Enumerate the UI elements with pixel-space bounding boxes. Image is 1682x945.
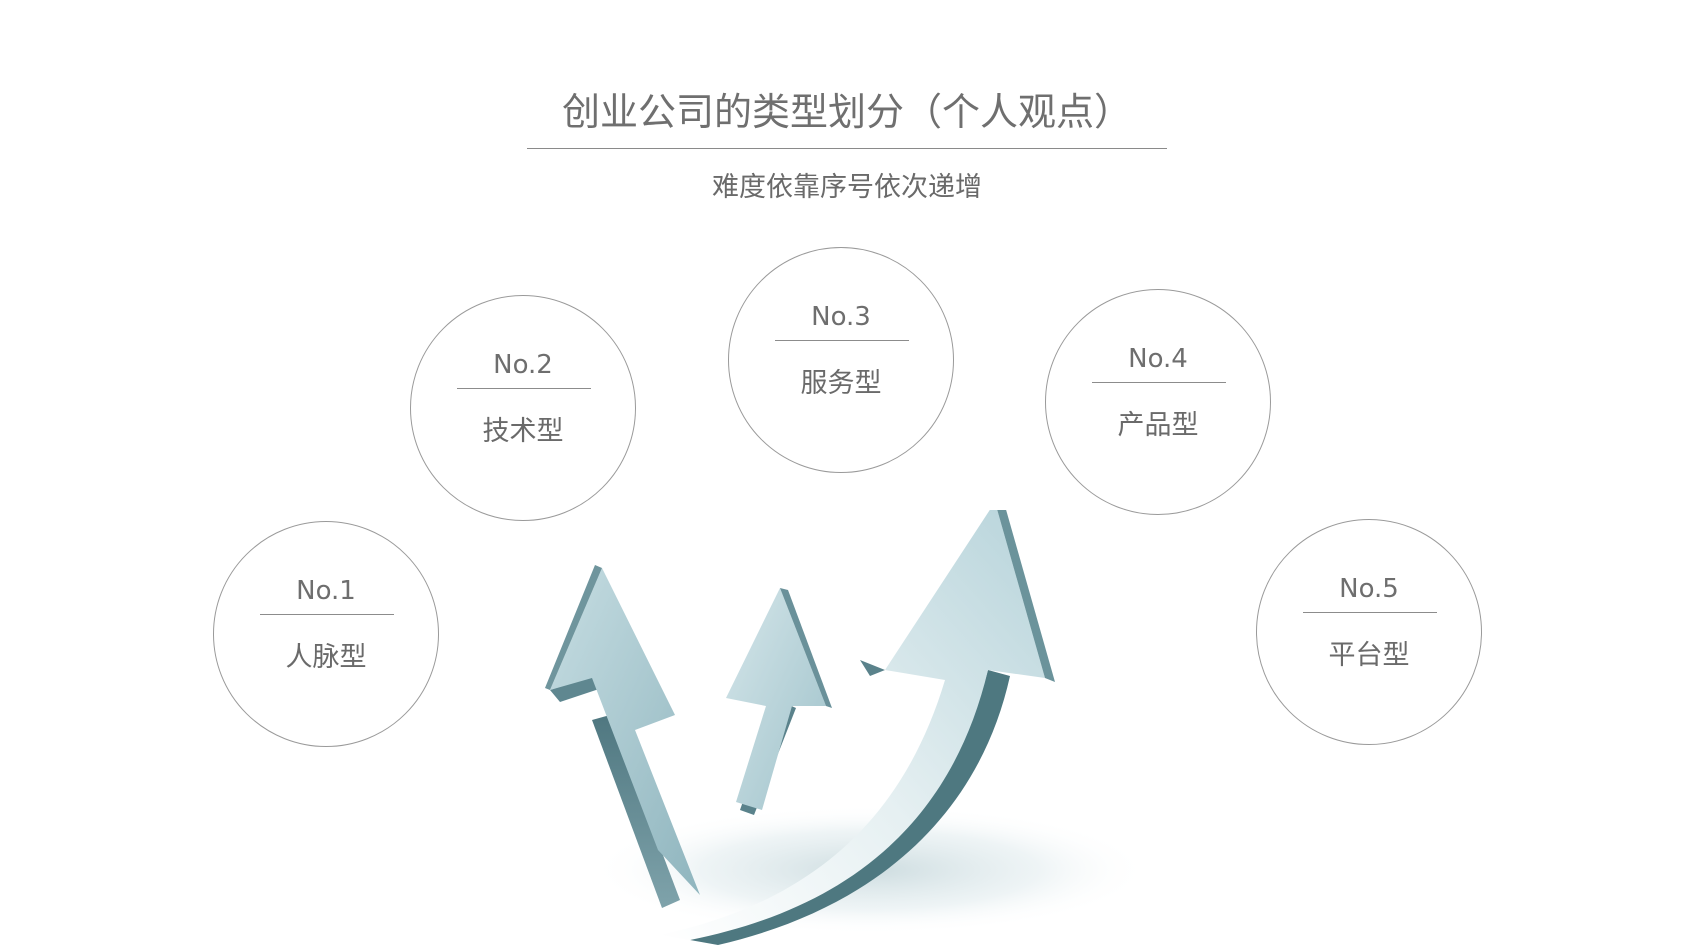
- page-title: 创业公司的类型划分（个人观点）: [561, 90, 1132, 134]
- circle-number: No.1: [296, 576, 356, 606]
- circle-divider: [1303, 612, 1437, 613]
- circle-number: No.3: [811, 302, 871, 332]
- circle-divider: [457, 388, 591, 389]
- circle-number: No.4: [1128, 344, 1188, 374]
- circle-no3: No.3 服务型: [728, 247, 954, 473]
- circle-number: No.5: [1339, 574, 1399, 604]
- circle-divider: [1092, 382, 1226, 383]
- circle-label: 技术型: [482, 416, 564, 447]
- slide: 创业公司的类型划分（个人观点） 难度依靠序号依次递增 No.1 人脉型 No.2…: [0, 0, 1682, 945]
- title-underline: [527, 148, 1167, 149]
- circle-divider: [775, 340, 909, 341]
- circle-no4: No.4 产品型: [1045, 289, 1271, 515]
- circle-label: 服务型: [800, 368, 882, 399]
- rising-arrows-icon: [545, 510, 1150, 945]
- page-subtitle: 难度依靠序号依次递增: [712, 172, 982, 203]
- circle-label: 平台型: [1328, 640, 1410, 671]
- circle-no1: No.1 人脉型: [213, 521, 439, 747]
- circle-label: 人脉型: [285, 642, 367, 673]
- circle-number: No.2: [493, 350, 553, 380]
- circle-divider: [260, 614, 394, 615]
- circle-no2: No.2 技术型: [410, 295, 636, 521]
- circle-label: 产品型: [1117, 410, 1199, 441]
- circle-no5: No.5 平台型: [1256, 519, 1482, 745]
- middle-arrow-face: [726, 588, 826, 810]
